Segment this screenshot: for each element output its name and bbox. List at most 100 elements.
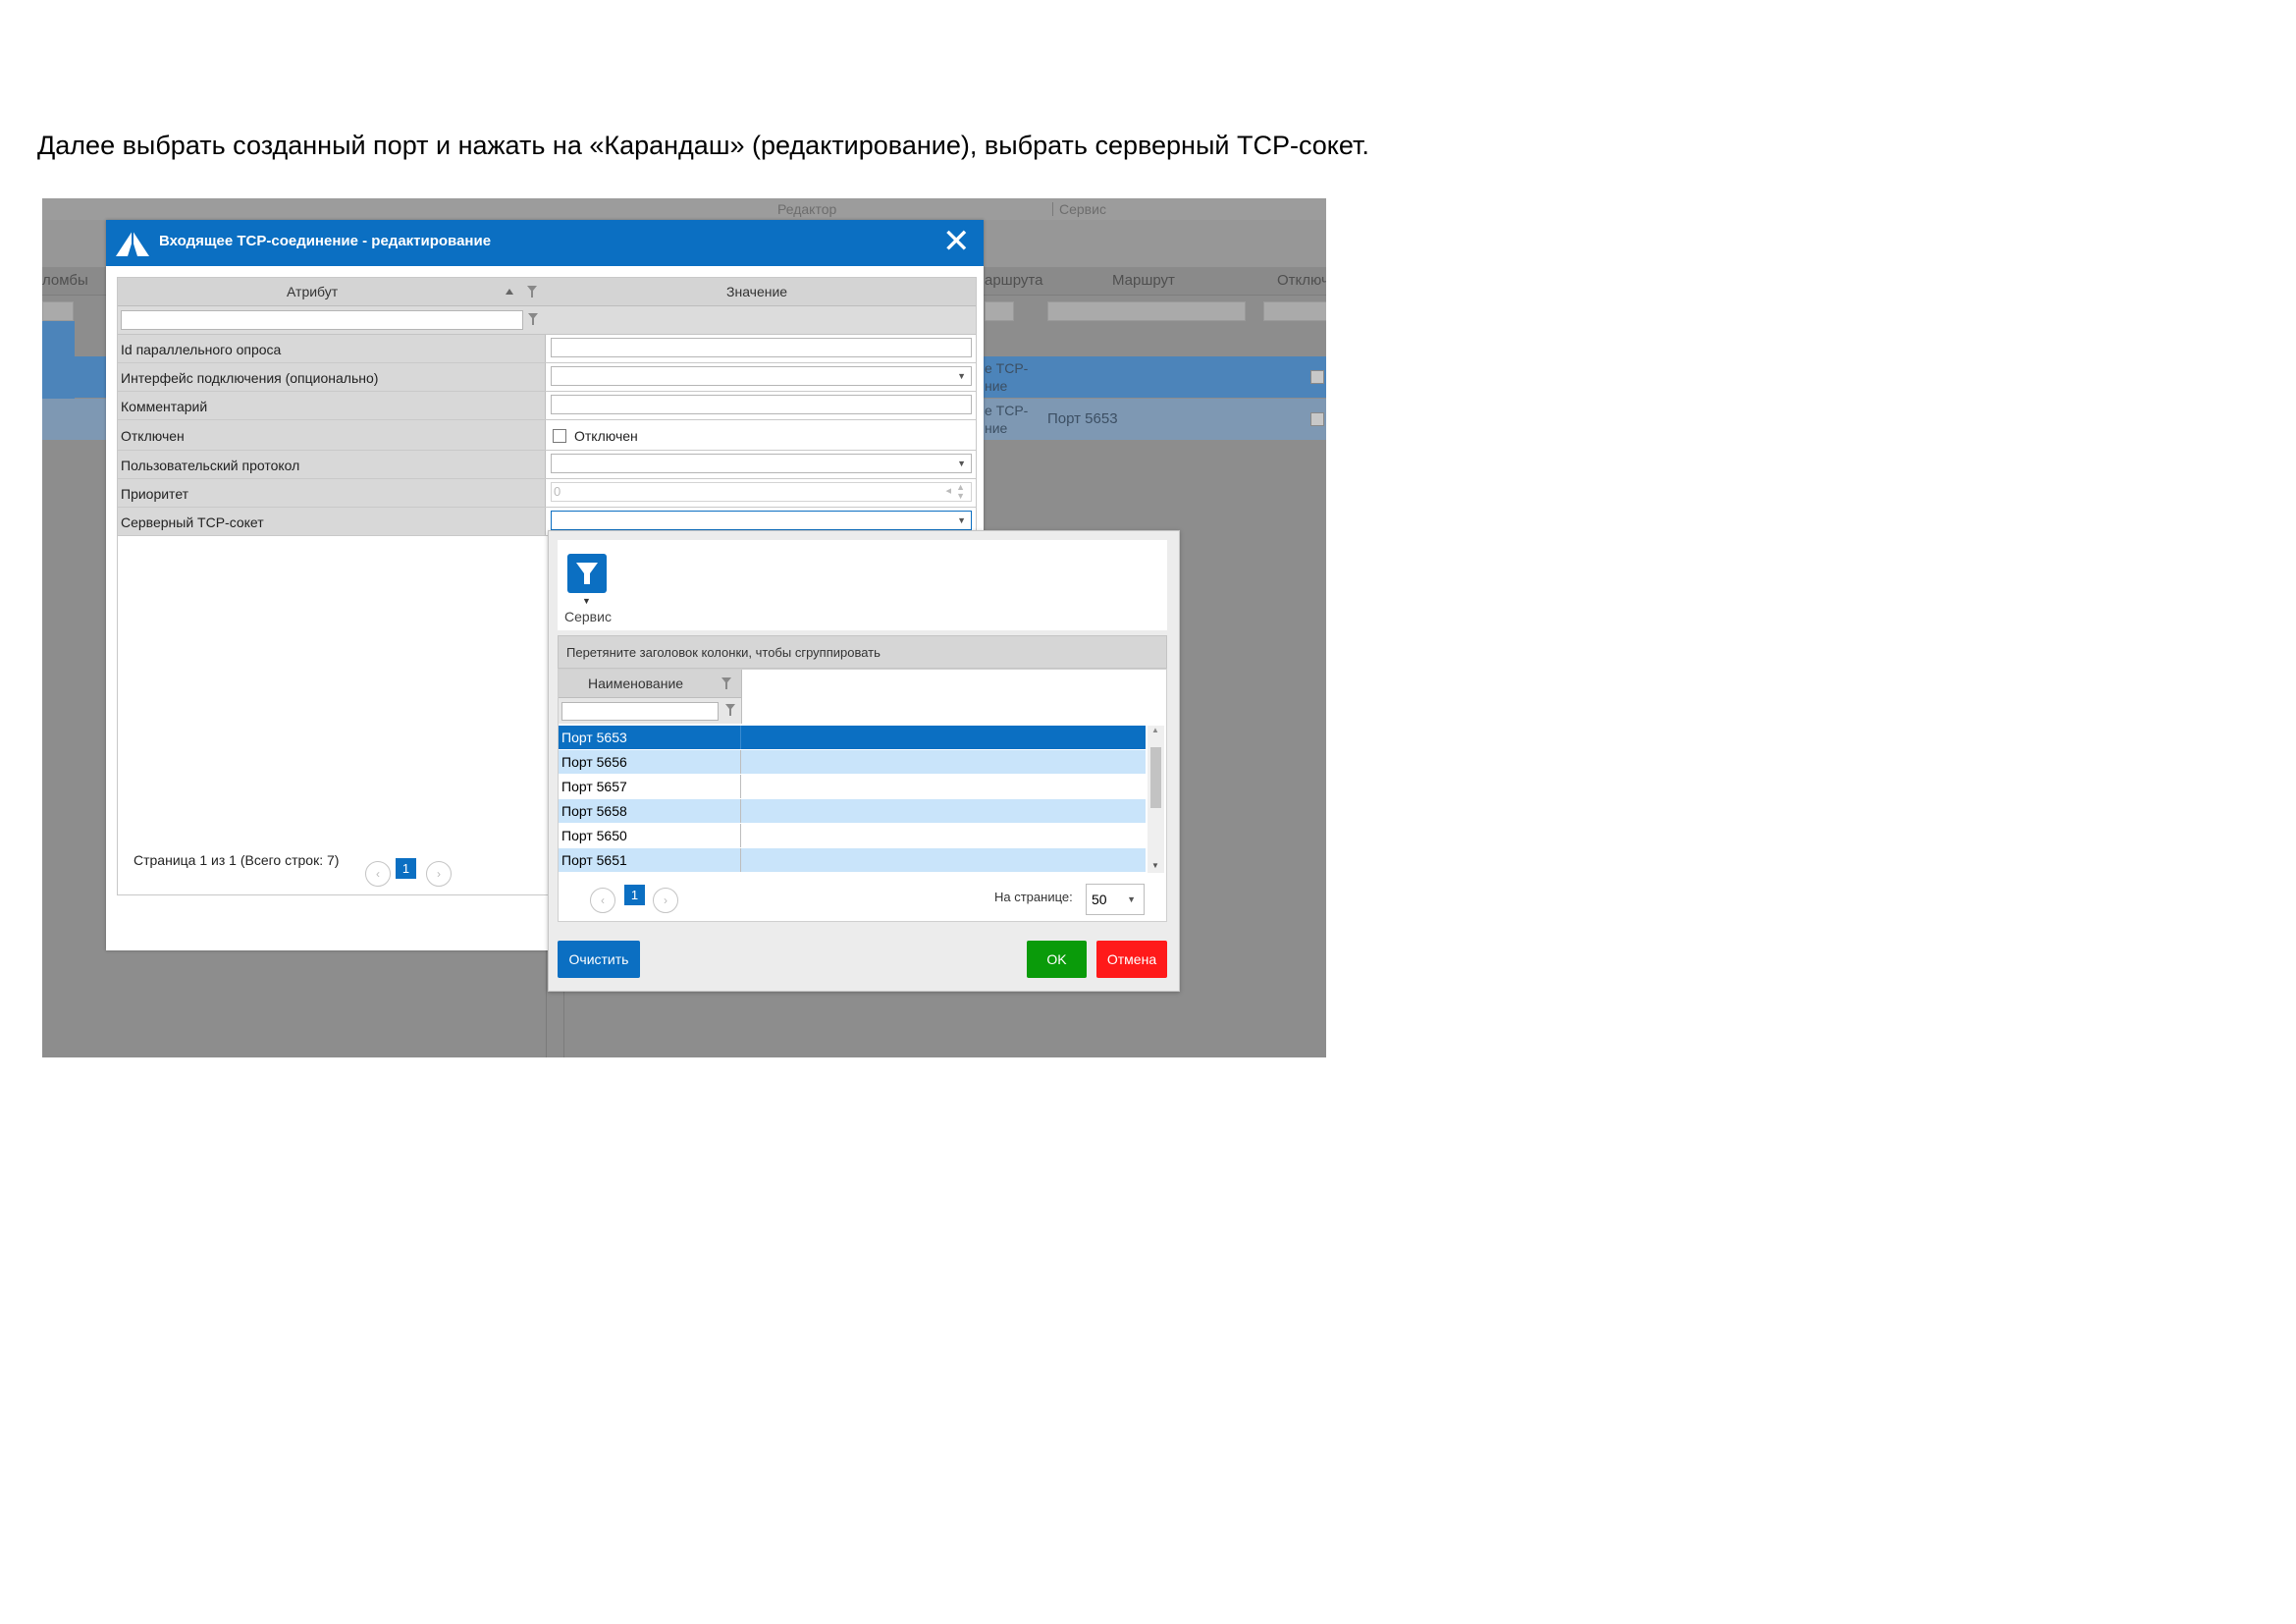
comment-input[interactable] bbox=[551, 395, 972, 414]
list-item[interactable]: Порт 5653 bbox=[559, 726, 1146, 749]
property-row: Интерфейс подключения (опционально) ▼ bbox=[118, 363, 976, 392]
list-cell: Порт 5657 bbox=[559, 775, 741, 798]
property-row: Комментарий bbox=[118, 392, 976, 420]
bg-filter-input[interactable] bbox=[1263, 301, 1326, 321]
instruction-text: Далее выбрать созданный порт и нажать на… bbox=[37, 131, 1369, 160]
list-header[interactable]: Наименование bbox=[559, 670, 742, 698]
bg-cell-type: е TCP- ние bbox=[985, 403, 1029, 436]
list-item-label: Порт 5656 bbox=[561, 754, 627, 770]
list-item[interactable]: Порт 5656 bbox=[559, 750, 1146, 774]
socket-selector-popup: ▼ Сервис Перетяните заголовок колонки, ч… bbox=[548, 530, 1180, 992]
property-label: Пользовательский протокол bbox=[121, 458, 300, 473]
column-header-value[interactable]: Значение bbox=[726, 284, 787, 299]
bg-col-route[interactable]: Маршрут bbox=[1112, 272, 1175, 289]
close-icon[interactable]: ✕ bbox=[942, 225, 971, 258]
property-label: Интерфейс подключения (опционально) bbox=[121, 370, 379, 386]
property-name-cell: Серверный TCP-сокет bbox=[118, 508, 546, 535]
chevron-down-icon[interactable]: ▼ bbox=[582, 596, 591, 606]
property-row: Приоритет 0 ◂ ▲ ▼ bbox=[118, 479, 976, 508]
service-label[interactable]: Сервис bbox=[564, 609, 612, 624]
custom-protocol-dropdown[interactable]: ▼ bbox=[551, 454, 972, 473]
list-item[interactable]: Порт 5658 bbox=[559, 799, 1146, 823]
spinner-clear-icon[interactable]: ◂ bbox=[945, 484, 951, 497]
pager-page-1[interactable]: 1 bbox=[624, 885, 645, 905]
pager-summary: Страница 1 из 1 (Всего строк: 7) bbox=[133, 852, 340, 868]
bg-menubar: Редактор Сервис bbox=[42, 198, 1326, 220]
clear-button[interactable]: Очистить bbox=[558, 941, 640, 978]
parallel-poll-id-input[interactable] bbox=[551, 338, 972, 357]
column-header-name[interactable]: Наименование bbox=[588, 676, 683, 691]
disabled-checkbox[interactable] bbox=[553, 429, 566, 443]
interface-dropdown[interactable]: ▼ bbox=[551, 366, 972, 386]
chevron-down-icon: ▼ bbox=[957, 515, 966, 525]
grid-filter-row bbox=[118, 306, 976, 335]
list-cell: Порт 5650 bbox=[559, 824, 741, 847]
list-item[interactable]: Порт 5650 bbox=[559, 824, 1146, 847]
filter-icon[interactable] bbox=[725, 704, 735, 716]
cancel-button[interactable]: Отмена bbox=[1096, 941, 1167, 978]
property-row: Пользовательский протокол ▼ bbox=[118, 451, 976, 479]
bg-row-checkbox[interactable] bbox=[1310, 370, 1324, 384]
sort-asc-icon[interactable] bbox=[506, 289, 513, 295]
list-item-label: Порт 5651 bbox=[561, 852, 627, 868]
bg-col-seals[interactable]: ломбы bbox=[42, 272, 88, 289]
socket-list: Наименование Порт 5653 Порт 5656 Порт 56… bbox=[558, 669, 1167, 922]
property-name-cell: Приоритет bbox=[118, 479, 546, 507]
group-by-panel[interactable]: Перетяните заголовок колонки, чтобы сгру… bbox=[558, 635, 1167, 669]
list-cell: Порт 5658 bbox=[559, 799, 741, 823]
property-label: Id параллельного опроса bbox=[121, 342, 282, 357]
bg-menu-service[interactable]: Сервис bbox=[1059, 201, 1106, 217]
grid-header: Атрибут Значение bbox=[118, 278, 976, 306]
property-name-cell: Пользовательский протокол bbox=[118, 451, 546, 478]
property-name-cell: Id параллельного опроса bbox=[118, 335, 546, 362]
bg-filter-input[interactable] bbox=[1047, 301, 1246, 321]
filter-icon[interactable] bbox=[527, 286, 537, 298]
bg-menu-editor[interactable]: Редактор bbox=[777, 201, 836, 217]
list-item[interactable]: Порт 5657 bbox=[559, 775, 1146, 798]
pager-prev-button[interactable]: ‹ bbox=[365, 861, 391, 887]
server-tcp-socket-dropdown[interactable]: ▼ bbox=[551, 511, 972, 530]
list-item-label: Порт 5658 bbox=[561, 803, 627, 819]
property-row: Id параллельного опроса bbox=[118, 335, 976, 363]
priority-spinner[interactable]: 0 ◂ ▲ ▼ bbox=[551, 482, 972, 502]
bg-col-disabled[interactable]: Отключ bbox=[1277, 272, 1326, 289]
list-item[interactable]: Порт 5651 bbox=[559, 848, 1146, 872]
name-filter-input[interactable] bbox=[561, 702, 719, 721]
property-label: Приоритет bbox=[121, 486, 189, 502]
list-cell: Порт 5656 bbox=[559, 750, 741, 774]
pager-next-button[interactable]: › bbox=[426, 861, 452, 887]
scroll-down-icon[interactable]: ▼ bbox=[1151, 861, 1159, 870]
bg-filter-input[interactable] bbox=[42, 301, 74, 321]
list-cell: Порт 5651 bbox=[559, 848, 741, 872]
scroll-up-icon[interactable]: ▲ bbox=[1151, 726, 1159, 734]
property-label: Комментарий bbox=[121, 399, 208, 414]
property-name-cell: Интерфейс подключения (опционально) bbox=[118, 363, 546, 391]
bg-col-route-id[interactable]: аршрута bbox=[985, 272, 1042, 289]
list-cell: Порт 5653 bbox=[559, 726, 741, 749]
column-header-attribute[interactable]: Атрибут bbox=[287, 284, 338, 299]
list-item-label: Порт 5650 bbox=[561, 828, 627, 843]
spinner-arrows-icon[interactable]: ▲ ▼ bbox=[956, 483, 965, 501]
dialog-title: Входящее TCP-соединение - редактирование bbox=[159, 233, 492, 249]
bg-filter-input[interactable] bbox=[985, 301, 1014, 321]
attribute-filter-input[interactable] bbox=[121, 310, 523, 330]
pager-page-1[interactable]: 1 bbox=[396, 858, 416, 879]
chevron-down-icon: ▼ bbox=[957, 459, 966, 468]
bg-row-checkbox[interactable] bbox=[1310, 412, 1324, 426]
disabled-checkbox-label: Отключен bbox=[574, 428, 638, 444]
pager-next-button[interactable]: › bbox=[653, 888, 678, 913]
list-scrollbar[interactable]: ▲ ▼ bbox=[1148, 726, 1164, 873]
scrollbar-thumb[interactable] bbox=[1150, 747, 1161, 808]
ok-button[interactable]: OK bbox=[1027, 941, 1087, 978]
service-button[interactable] bbox=[567, 554, 607, 593]
filter-icon[interactable] bbox=[721, 677, 731, 689]
per-page-select[interactable]: 50 ▼ bbox=[1086, 884, 1145, 915]
per-page-value: 50 bbox=[1092, 892, 1107, 907]
app-logo-icon bbox=[116, 231, 149, 256]
filter-icon bbox=[576, 563, 598, 584]
list-item-label: Порт 5653 bbox=[561, 730, 627, 745]
list-item-label: Порт 5657 bbox=[561, 779, 627, 794]
property-row: Отключен Отключен bbox=[118, 420, 976, 451]
pager-prev-button[interactable]: ‹ bbox=[590, 888, 615, 913]
filter-icon[interactable] bbox=[528, 313, 538, 325]
